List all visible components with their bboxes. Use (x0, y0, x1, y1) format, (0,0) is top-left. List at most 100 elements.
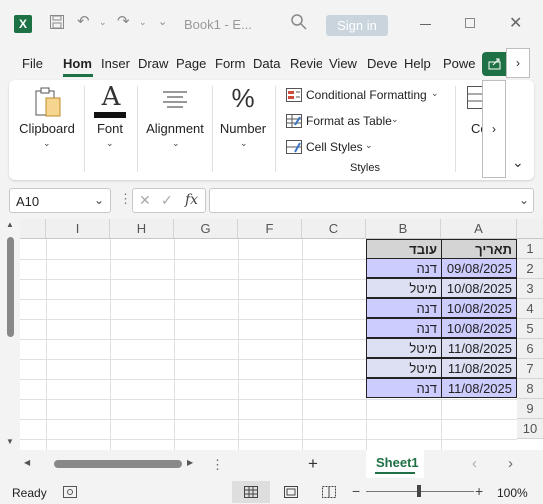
table-cell[interactable]: 11/08/2025 (441, 378, 517, 398)
worksheet-grid[interactable]: A B C F G H I 1 2 3 4 5 6 7 8 9 10 תאריך… (20, 219, 543, 450)
insert-function-button[interactable]: fx (185, 192, 198, 208)
row-header[interactable]: 4 (517, 299, 543, 319)
zoom-slider-thumb[interactable] (417, 485, 421, 497)
chevron-down-icon[interactable]: ⌄ (94, 193, 104, 207)
tab-insert[interactable]: Inser (101, 56, 133, 74)
enter-icon[interactable]: ✓ (161, 192, 173, 209)
scroll-right-icon[interactable]: ▶ (187, 458, 193, 467)
table-cell[interactable]: 10/08/2025 (441, 298, 517, 318)
formula-input[interactable]: ⌄ (209, 188, 534, 213)
table-header-cell[interactable]: עובד (366, 239, 442, 259)
tab-file[interactable]: File (22, 56, 48, 74)
redo-icon[interactable]: ↷ (117, 12, 130, 30)
ribbon-collapse-icon[interactable]: ⌄ (512, 154, 524, 171)
table-cell[interactable]: 11/08/2025 (441, 358, 517, 378)
table-cell[interactable]: דנה (366, 318, 442, 338)
row-header[interactable]: 9 (517, 399, 543, 419)
tab-help[interactable]: Help (404, 56, 436, 74)
scroll-left-icon[interactable]: ◀ (24, 458, 30, 467)
font-button[interactable]: A Font ⌄ (89, 82, 131, 152)
minimize-icon[interactable] (420, 24, 431, 25)
tab-page-layout[interactable]: Page (176, 56, 208, 74)
zoom-in-button[interactable]: + (475, 483, 483, 499)
table-cell[interactable]: מיטל (366, 338, 442, 358)
redo-dropdown-icon[interactable]: ⌄ (139, 17, 147, 28)
tab-view[interactable]: View (329, 56, 361, 74)
customize-qat-icon[interactable]: ⌄ (158, 15, 167, 28)
next-sheet-icon[interactable]: › (508, 455, 513, 472)
zoom-slider[interactable] (366, 485, 474, 497)
sheet-bar-grip-icon[interactable]: ⋮ (211, 457, 224, 473)
horizontal-scroll-thumb[interactable] (54, 460, 182, 468)
tab-draw[interactable]: Draw (138, 56, 170, 74)
table-cell[interactable]: 09/08/2025 (441, 258, 517, 278)
table-header-cell[interactable]: תאריך (441, 239, 517, 259)
row-header[interactable]: 5 (517, 319, 543, 339)
row-header[interactable]: 7 (517, 359, 543, 379)
column-header[interactable]: F (238, 219, 302, 239)
sign-in-button[interactable]: Sign in (326, 15, 388, 36)
undo-icon[interactable]: ↶ (77, 12, 90, 30)
scroll-down-icon[interactable]: ▼ (6, 437, 14, 446)
column-header[interactable]: C (302, 219, 366, 239)
vertical-scrollbar[interactable]: ▲ ▼ (0, 219, 20, 450)
zoom-level[interactable]: 100% (497, 486, 528, 500)
table-cell[interactable]: 10/08/2025 (441, 318, 517, 338)
table-cell[interactable]: דנה (366, 258, 442, 278)
format-as-table-button[interactable]: Format as Table ⌄ (285, 112, 415, 132)
column-header[interactable]: A (441, 219, 517, 239)
undo-dropdown-icon[interactable]: ⌄ (99, 17, 107, 28)
table-cell[interactable]: 11/08/2025 (441, 338, 517, 358)
search-icon[interactable] (290, 13, 308, 34)
tabs-scroll-right-icon[interactable]: › (506, 48, 530, 78)
table-cell[interactable]: 10/08/2025 (441, 278, 517, 298)
cells-button[interactable]: Ce (461, 84, 483, 152)
prev-sheet-icon[interactable]: ‹ (472, 455, 477, 472)
number-button[interactable]: % Number ⌄ (217, 83, 269, 152)
page-layout-view-icon[interactable] (284, 486, 298, 498)
table-cell[interactable]: דנה (366, 378, 442, 398)
row-header[interactable]: 10 (517, 419, 543, 439)
select-all-corner[interactable] (517, 219, 543, 239)
scroll-up-icon[interactable]: ▲ (6, 220, 14, 229)
row-header[interactable]: 8 (517, 379, 543, 399)
maximize-icon[interactable] (465, 18, 475, 28)
expand-formula-bar-icon[interactable]: ⌄ (519, 193, 529, 207)
accessibility-icon[interactable] (63, 486, 77, 498)
table-cell[interactable]: מיטל (366, 278, 442, 298)
vertical-scroll-thumb[interactable] (7, 237, 14, 337)
clipboard-button[interactable]: Clipboard ⌄ (13, 84, 81, 152)
conditional-formatting-button[interactable]: Conditional Formatting ⌄ (285, 86, 445, 106)
row-header[interactable]: 1 (517, 239, 543, 259)
column-header[interactable]: H (110, 219, 174, 239)
alignment-button[interactable]: Alignment ⌄ (143, 84, 207, 152)
tab-power[interactable]: Powe (443, 56, 477, 74)
table-cell[interactable]: מיטל (366, 358, 442, 378)
share-button[interactable] (482, 52, 508, 76)
tab-home[interactable]: Hom (63, 56, 97, 74)
name-box[interactable]: A10 ⌄ (9, 188, 111, 213)
column-header[interactable]: G (174, 219, 238, 239)
row-header[interactable]: 3 (517, 279, 543, 299)
ribbon-scroll-right-icon[interactable]: › (482, 80, 506, 178)
column-header[interactable]: I (46, 219, 110, 239)
tab-review[interactable]: Revie (290, 56, 322, 74)
add-sheet-button[interactable]: + (308, 454, 318, 474)
tab-data[interactable]: Data (253, 56, 283, 74)
normal-view-button[interactable] (232, 481, 270, 503)
table-cell[interactable]: דנה (366, 298, 442, 318)
row-header[interactable]: 2 (517, 259, 543, 279)
close-icon[interactable]: ✕ (509, 13, 522, 33)
page-break-view-icon[interactable] (322, 486, 336, 498)
row-header[interactable]: 6 (517, 339, 543, 359)
column-header[interactable] (20, 219, 46, 239)
column-header[interactable]: B (366, 219, 441, 239)
formula-bar-grip-icon[interactable]: ⋮ (119, 191, 132, 207)
cell-styles-button[interactable]: Cell Styles ⌄ (285, 138, 385, 158)
tab-formulas[interactable]: Form (215, 56, 247, 74)
tab-developer[interactable]: Deve (367, 56, 399, 74)
save-icon[interactable] (49, 14, 65, 34)
cancel-icon[interactable]: ✕ (139, 192, 151, 209)
zoom-out-button[interactable]: − (352, 483, 360, 499)
sheet-tab-sheet1[interactable]: Sheet1 (366, 450, 424, 478)
